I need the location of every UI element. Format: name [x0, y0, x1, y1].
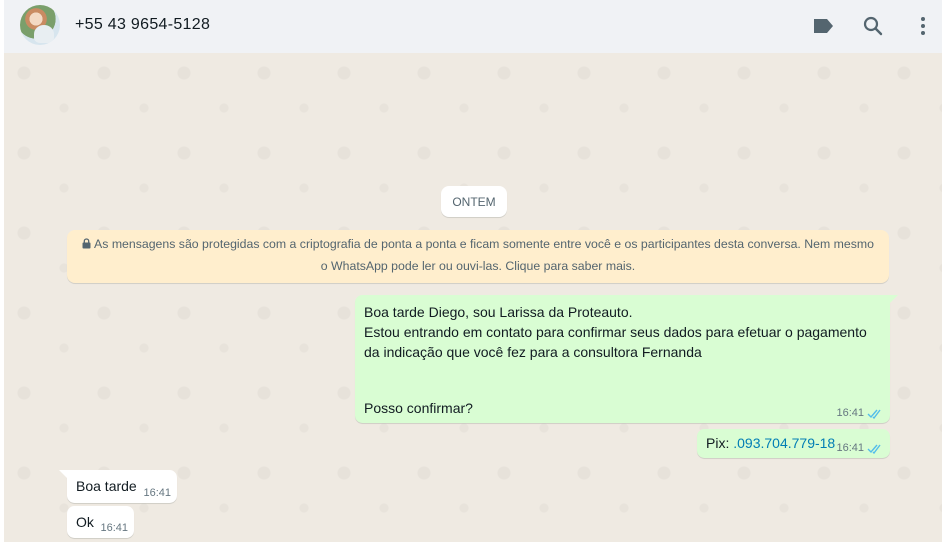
- message-line: Posso confirmar?: [364, 400, 473, 416]
- bubble-tail: [59, 470, 67, 478]
- label-icon[interactable]: [810, 13, 836, 39]
- outgoing-message[interactable]: Boa tarde Diego, sou Larissa da Proteaut…: [355, 295, 898, 423]
- message-time: 16:41: [836, 442, 864, 454]
- contact-name[interactable]: +55 43 9654-5128: [75, 16, 210, 34]
- lock-icon: [82, 235, 91, 256]
- message-line: Estou entrando em contato para confirmar…: [364, 324, 867, 340]
- pix-link[interactable]: .093.704.779-18: [733, 435, 835, 451]
- chat-header: +55 43 9654-5128: [4, 0, 942, 53]
- message-meta: 16:41: [836, 407, 883, 419]
- incoming-message[interactable]: Ok 16:41: [67, 506, 134, 538]
- contact-avatar[interactable]: [20, 5, 60, 45]
- incoming-message[interactable]: Boa tarde 16:41: [59, 470, 177, 503]
- menu-icon[interactable]: [910, 13, 936, 39]
- read-ticks-icon: [867, 444, 881, 454]
- outgoing-message[interactable]: Pix: .093.704.779-18 16:41: [697, 429, 890, 458]
- message-text: Ok: [76, 514, 94, 530]
- day-chip: ONTEM: [441, 186, 507, 217]
- message-time: 16:41: [143, 487, 171, 499]
- encryption-notice[interactable]: As mensagens são protegidas com a cripto…: [67, 230, 889, 283]
- message-time: 16:41: [100, 522, 128, 534]
- message-line: Boa tarde Diego, sou Larissa da Proteaut…: [364, 304, 633, 320]
- read-ticks-icon: [867, 409, 881, 419]
- notice-line-2: o WhatsApp pode ler ou ouvi-las. Clique …: [320, 259, 636, 273]
- notice-line-1: As mensagens são protegidas com a cripto…: [94, 237, 874, 251]
- message-time: 16:41: [836, 407, 864, 419]
- message-meta: 16:41: [836, 442, 883, 454]
- bubble-tail: [890, 295, 898, 303]
- message-text: Boa tarde: [76, 478, 137, 494]
- search-icon[interactable]: [860, 13, 886, 39]
- pix-label: Pix:: [706, 435, 734, 451]
- message-line: da indicação que você fez para a consult…: [364, 344, 702, 360]
